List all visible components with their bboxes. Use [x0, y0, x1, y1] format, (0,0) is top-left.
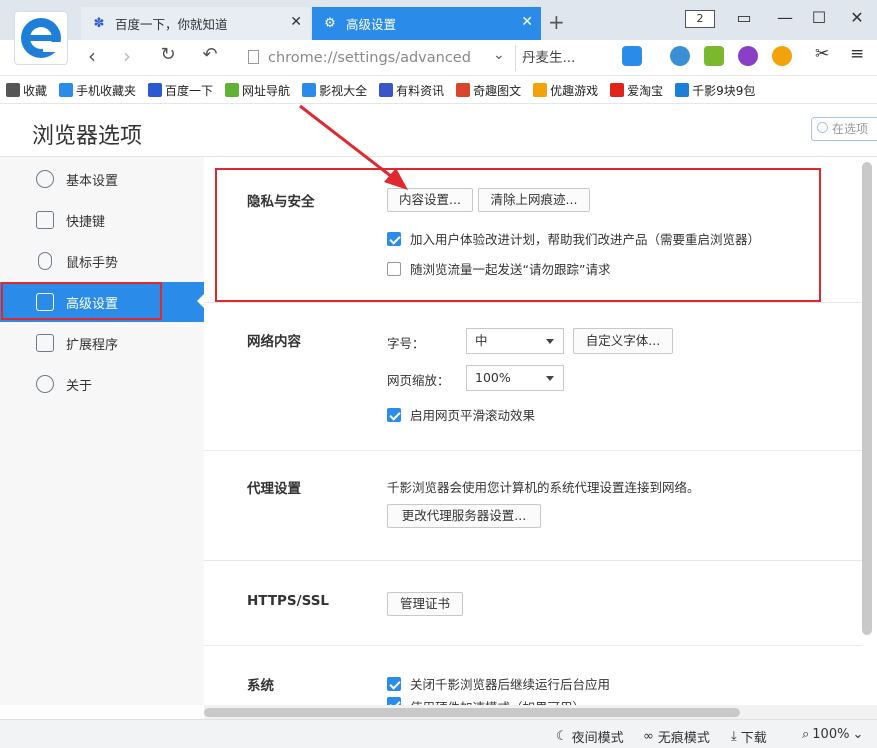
annotation-arrow	[299, 104, 408, 190]
download-button[interactable]: ⤓ 下载	[731, 727, 767, 746]
moon-icon: ☾	[556, 729, 568, 744]
browser-logo-icon[interactable]	[14, 11, 68, 65]
status-label: 无痕模式	[657, 731, 710, 746]
status-label: 下载	[740, 731, 767, 746]
zoom-icon: ⌕	[802, 727, 810, 742]
zoom-control[interactable]: ⌕ 100% ⌄	[802, 727, 863, 742]
incognito-button[interactable]: ∞ 无痕模式	[643, 727, 710, 746]
incognito-icon: ∞	[643, 729, 654, 744]
chevron-down-icon: ⌄	[852, 727, 864, 742]
download-icon: ⤓	[731, 729, 737, 744]
status-label: 夜间模式	[571, 731, 624, 746]
zoom-value: 100%	[812, 727, 850, 742]
night-mode-button[interactable]: ☾ 夜间模式	[556, 727, 624, 746]
